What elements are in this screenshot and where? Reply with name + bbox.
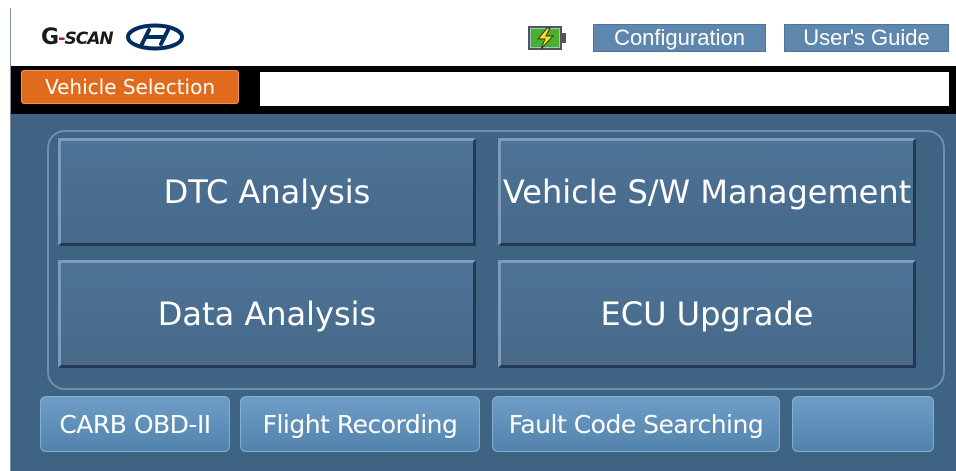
carb-obd-ii-button[interactable]: CARB OBD-II — [40, 396, 230, 452]
g-scan-logo-icon: G-SCAN — [41, 22, 185, 52]
vehicle-selection-bar: Vehicle Selection — [11, 66, 956, 114]
fault-code-searching-button[interactable]: Fault Code Searching — [492, 396, 780, 452]
logo-text: G-SCAN — [41, 24, 114, 50]
ecu-upgrade-button[interactable]: ECU Upgrade — [498, 260, 916, 368]
flight-recording-button[interactable]: Flight Recording — [240, 396, 480, 452]
battery-charging-icon — [528, 26, 566, 50]
vehicle-sw-management-button[interactable]: Vehicle S/W Management — [498, 138, 916, 246]
header-bar: G-SCAN Configuration User's Guide — [11, 8, 956, 66]
data-analysis-button[interactable]: Data Analysis — [58, 260, 476, 368]
dtc-analysis-button[interactable]: DTC Analysis — [58, 138, 476, 246]
hyundai-logo-icon — [125, 23, 184, 51]
vehicle-selection-button[interactable]: Vehicle Selection — [21, 70, 239, 104]
users-guide-button[interactable]: User's Guide — [784, 24, 949, 52]
configuration-button[interactable]: Configuration — [593, 24, 766, 52]
vehicle-selection-field[interactable] — [257, 70, 951, 108]
empty-footer-button[interactable] — [792, 396, 934, 452]
